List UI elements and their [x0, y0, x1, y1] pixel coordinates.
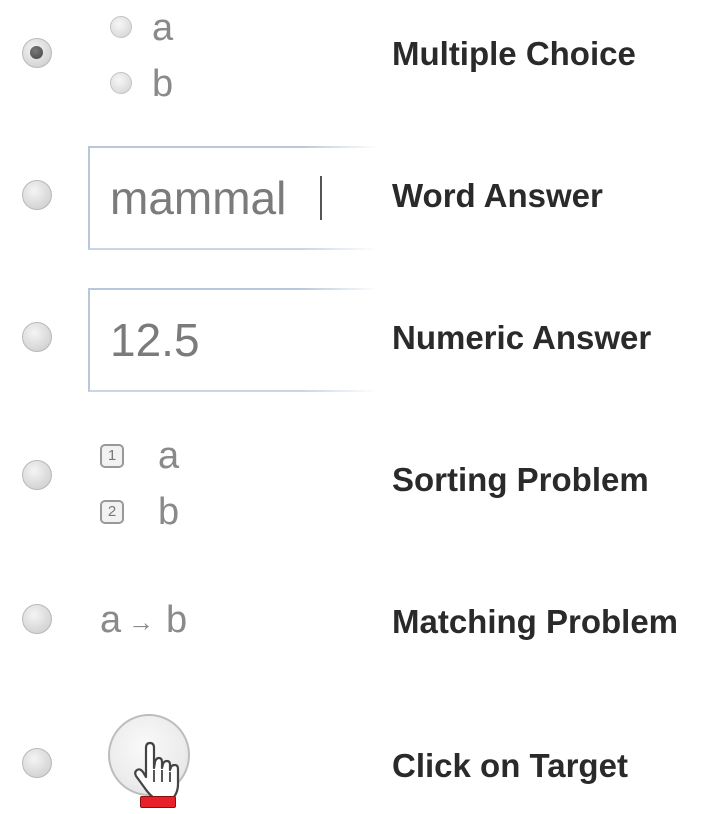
radio-numeric-answer[interactable]	[22, 322, 52, 352]
sample-option-a: a	[152, 7, 174, 49]
radio-word-answer[interactable]	[22, 180, 52, 210]
radio-click-on-target[interactable]	[22, 748, 52, 778]
rank-box-2: 2	[100, 500, 124, 524]
label-matching-problem[interactable]: Matching Problem	[392, 602, 678, 642]
arrow-right-icon: →	[128, 607, 154, 637]
target-marker	[140, 796, 176, 808]
sample-radio-b	[110, 72, 132, 94]
text-caret	[320, 176, 322, 220]
radio-matching-problem[interactable]	[22, 604, 52, 634]
radio-sorting-problem[interactable]	[22, 460, 52, 490]
sample-option-b: b	[152, 63, 174, 105]
question-type-sorting-problem[interactable]: 1 a 2 b Sorting Problem	[0, 428, 725, 548]
question-type-word-answer[interactable]: Word Answer	[0, 140, 725, 260]
word-answer-sample-input[interactable]	[88, 146, 378, 250]
label-sorting-problem[interactable]: Sorting Problem	[392, 460, 649, 500]
sort-item-b: b	[158, 491, 180, 533]
sort-item-a: a	[158, 435, 180, 477]
question-type-matching-problem[interactable]: a → b Matching Problem	[0, 572, 725, 692]
question-type-multiple-choice[interactable]: a b Multiple Choice	[0, 0, 725, 120]
label-click-on-target[interactable]: Click on Target	[392, 746, 628, 786]
match-from: a	[100, 599, 122, 641]
question-type-numeric-answer[interactable]: Numeric Answer	[0, 284, 725, 404]
rank-box-1: 1	[100, 444, 124, 468]
sample-radio-a	[110, 16, 132, 38]
numeric-answer-sample-input[interactable]	[88, 288, 378, 392]
label-word-answer[interactable]: Word Answer	[392, 176, 603, 216]
label-numeric-answer[interactable]: Numeric Answer	[392, 318, 651, 358]
radio-multiple-choice[interactable]	[22, 38, 52, 68]
label-multiple-choice[interactable]: Multiple Choice	[392, 34, 636, 74]
match-to: b	[166, 599, 188, 641]
